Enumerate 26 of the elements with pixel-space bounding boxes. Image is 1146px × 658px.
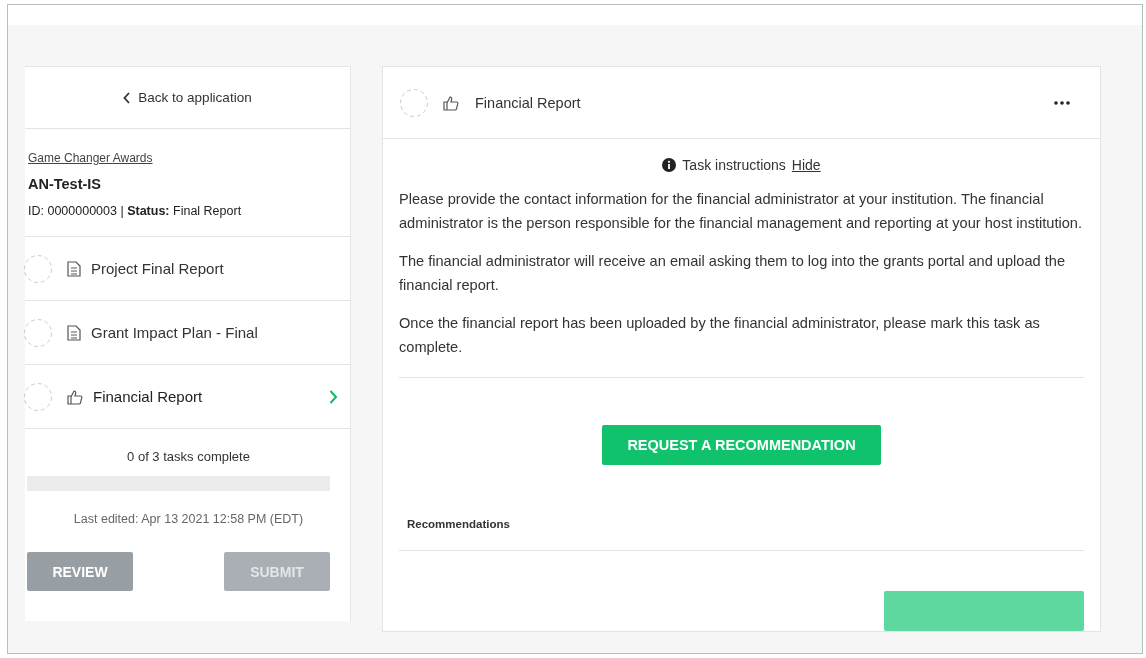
task-item[interactable]: Project Final Report [25, 237, 350, 301]
task-title: Financial Report [475, 94, 581, 111]
document-icon [67, 324, 81, 341]
progress-text: 0 of 3 tasks complete [126, 449, 251, 464]
status-circle-icon [399, 87, 429, 118]
document-icon [67, 260, 81, 277]
info-icon [662, 158, 677, 172]
more-options-icon[interactable] [1054, 100, 1070, 105]
instruction-paragraph: Please provide the contact information for the financial administrator at your institution. The financial administrator is the person responsible for the financial management and reporting at your host institution. [399, 190, 1084, 233]
chevron-left-icon [123, 91, 132, 104]
last-edited-text: Last edited: Apr 13 2021 12:58 PM (EDT) [72, 512, 305, 526]
instructions-label: Task instructions [682, 157, 786, 173]
instruction-paragraph: Once the financial report has been uploaded by the financial administrator, please mark this task as complete. [399, 314, 1041, 357]
program-link[interactable]: Game Changer Awards [28, 151, 350, 165]
thumbs-up-icon [67, 388, 83, 405]
application-name: AN-Test-IS [28, 176, 103, 192]
thumbs-up-icon [443, 94, 459, 111]
status-circle-icon [23, 381, 53, 412]
chevron-right-icon [329, 389, 338, 404]
recommendations-heading: Recommendations [407, 518, 511, 530]
instruction-paragraph: The financial administrator will receive an email asking them to log into the grants portal and upload the financial report. [399, 252, 1066, 295]
hide-link[interactable]: Hide [791, 157, 821, 173]
status-circle-icon [23, 317, 53, 348]
status-circle-icon [23, 253, 53, 284]
back-link[interactable]: Back to application [25, 67, 350, 129]
id-status-text: ID: 0000000003 | Status: Final Report [28, 204, 243, 218]
